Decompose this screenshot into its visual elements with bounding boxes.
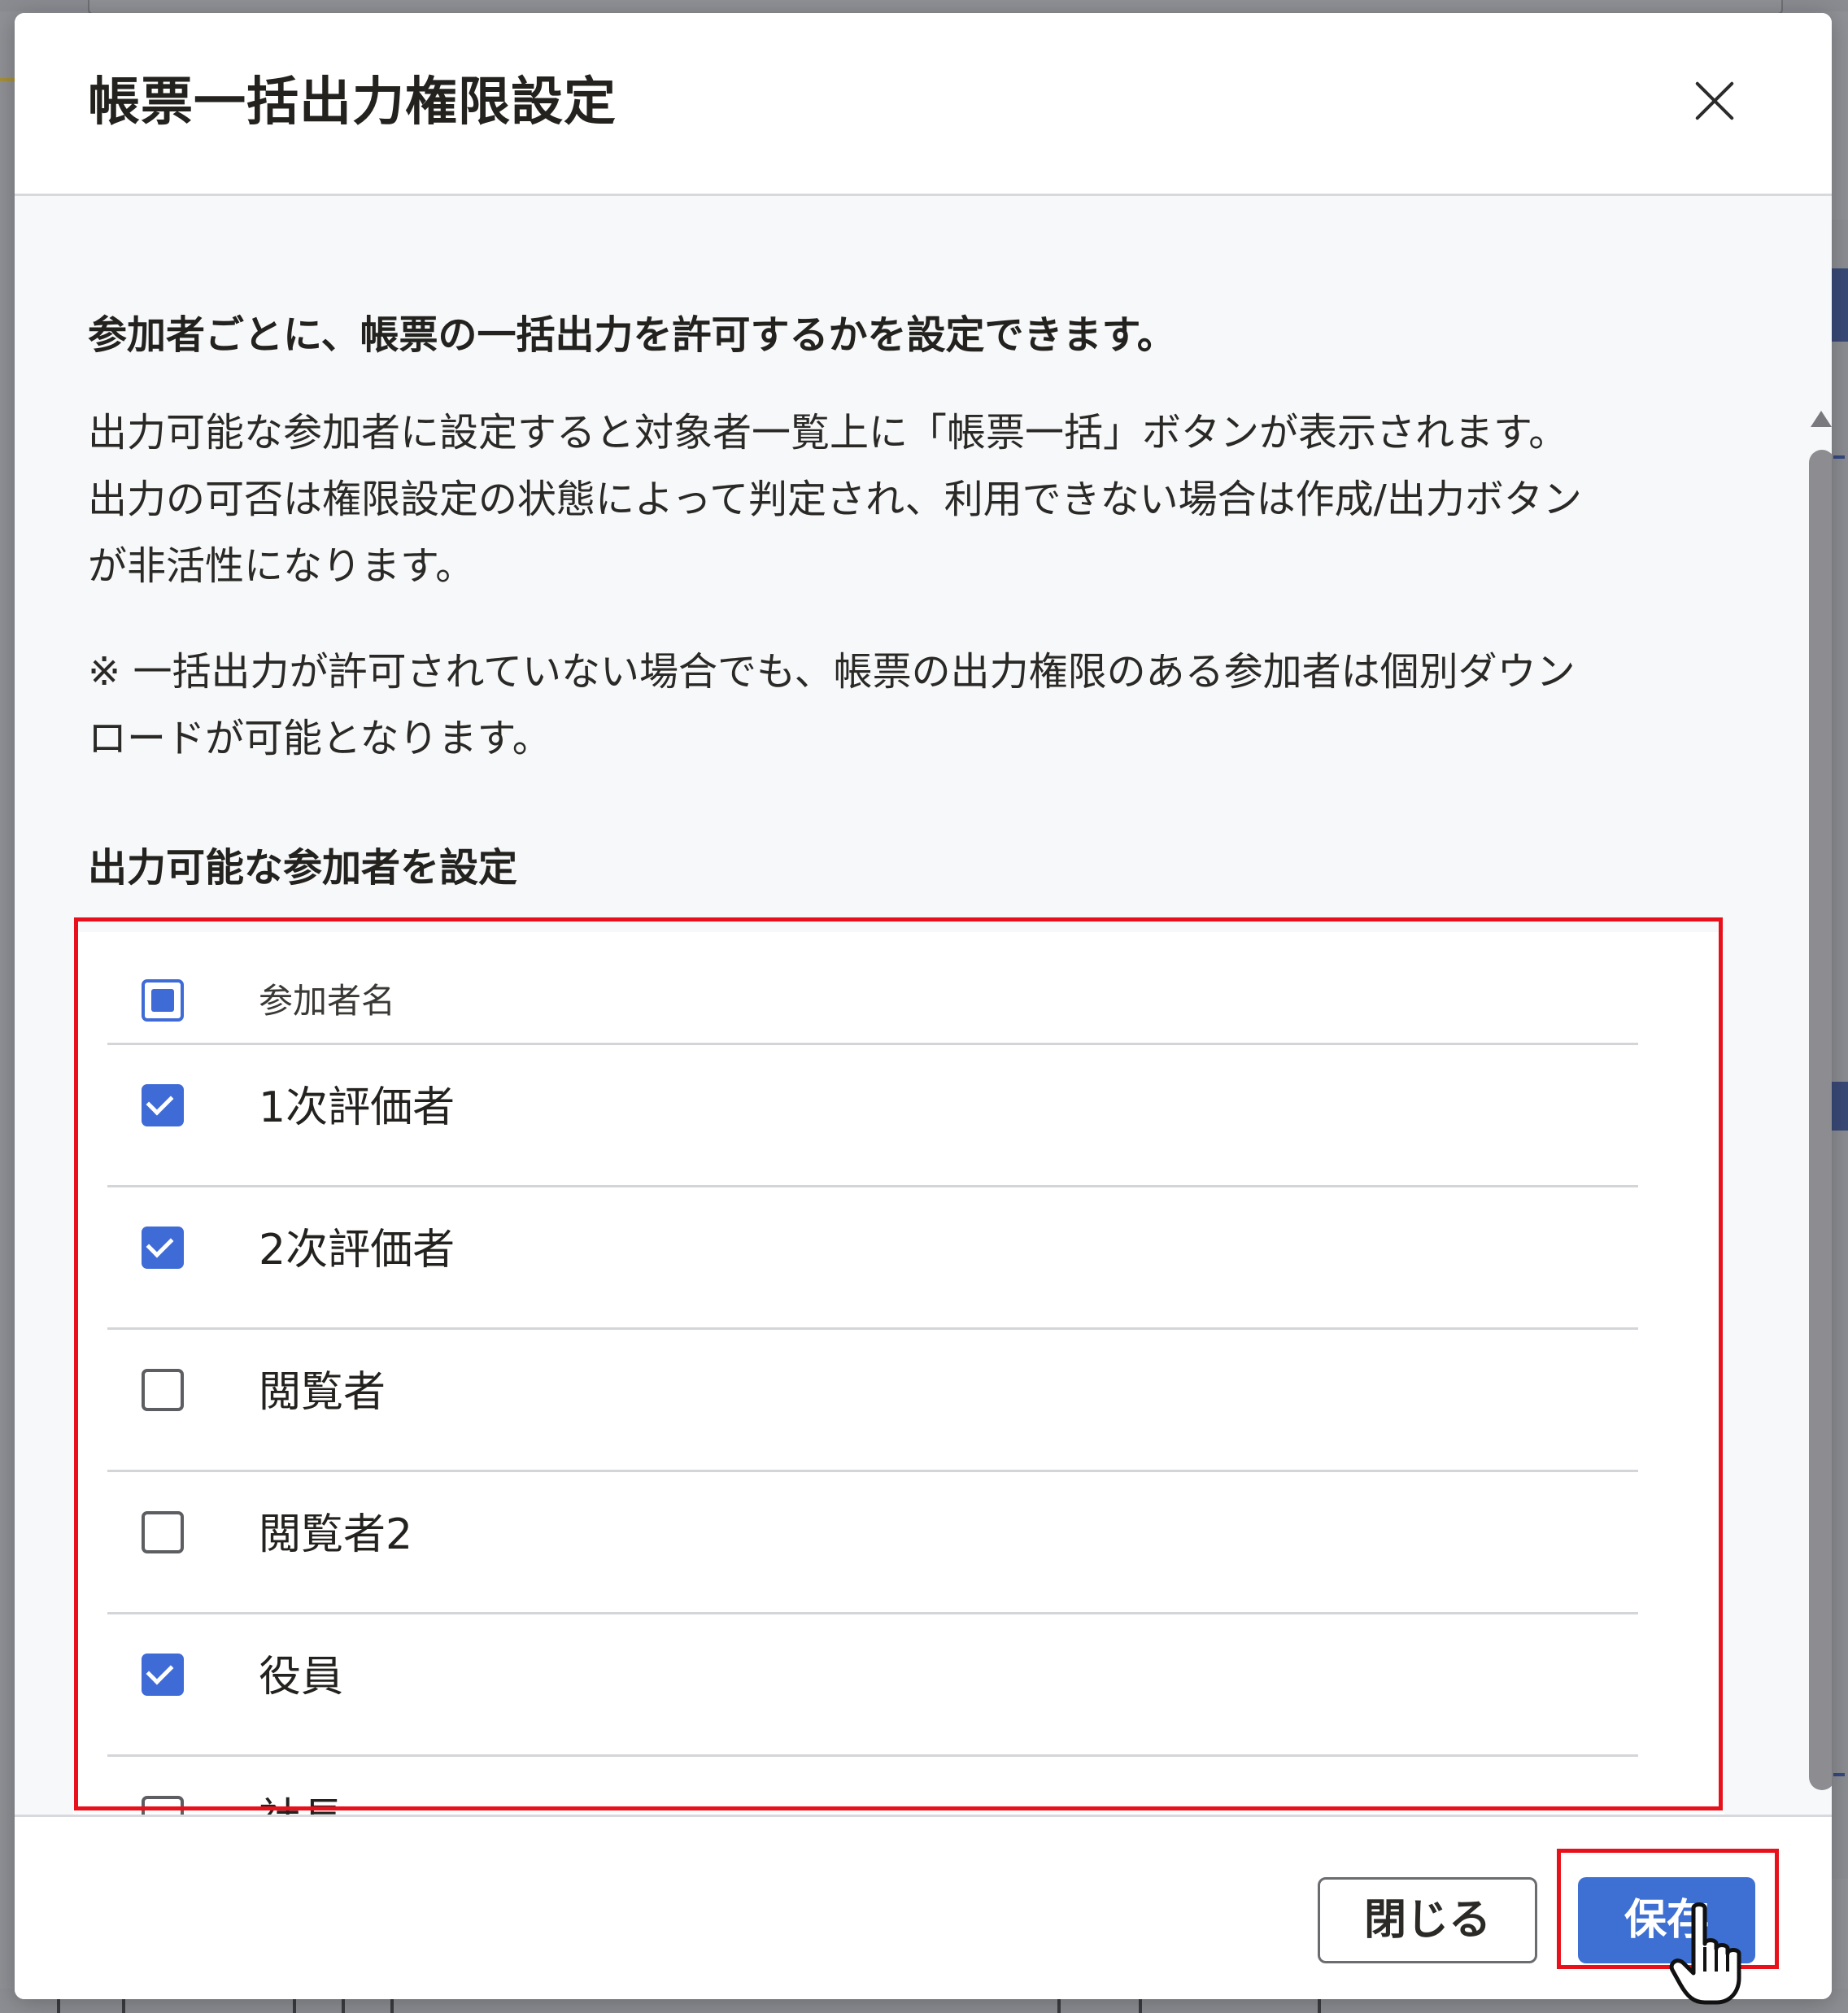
participant-checkbox[interactable] — [142, 1654, 184, 1696]
close-icon[interactable] — [1684, 70, 1746, 132]
participant-checkbox[interactable] — [142, 1511, 184, 1553]
participant-list: 参加者名 1次評価者 2次評価者 閲覧者 閲覧者2 役員 — [73, 932, 1724, 1815]
dialog-title: 帳票一括出力権限設定 — [88, 72, 617, 133]
participant-checkbox[interactable] — [142, 1084, 184, 1126]
background-panel-mark — [1833, 1773, 1845, 1776]
dialog-header: 帳票一括出力権限設定 — [15, 13, 1832, 196]
dialog-footer: 閉じる 保存 — [15, 1815, 1832, 1999]
participant-label: 役員 — [259, 1653, 344, 1701]
scrollbar-thumb[interactable] — [1809, 450, 1832, 1790]
dialog-body[interactable]: 参加者ごとに、帳票の一括出力を許可するかを設定できます。 出力可能な参加者に設定… — [15, 196, 1832, 1815]
background-panel-tab — [1830, 1082, 1848, 1131]
column-header-participant-name: 参加者名 — [259, 981, 396, 1021]
participant-label: 1次評価者 — [259, 1083, 455, 1132]
participant-row[interactable]: 社長 — [107, 1757, 1638, 1815]
background-accent-line — [0, 78, 15, 81]
background-right-panel — [1830, 220, 1848, 1879]
participant-label: 社長 — [259, 1793, 343, 1815]
scroll-up-arrow-icon[interactable] — [1811, 411, 1832, 427]
participant-row[interactable]: 2次評価者 — [107, 1187, 1638, 1330]
participant-label: 2次評価者 — [259, 1226, 455, 1274]
participant-label: 閲覧者2 — [259, 1510, 413, 1559]
participant-row[interactable]: 閲覧者 — [107, 1330, 1638, 1472]
select-all-checkbox[interactable] — [142, 979, 184, 1022]
participant-checkbox[interactable] — [142, 1796, 184, 1815]
hand-pointer-icon — [1669, 1902, 1741, 2005]
dialog-lead-text: 参加者ごとに、帳票の一括出力を許可するかを設定できます。 — [88, 312, 1176, 358]
participant-row[interactable]: 1次評価者 — [107, 1045, 1638, 1187]
participant-row[interactable]: 閲覧者2 — [107, 1472, 1638, 1614]
dialog-description: 出力可能な参加者に設定すると対象者一覧上に「帳票一括」ボタンが表示されます。 出… — [88, 410, 1582, 589]
section-title: 出力可能な参加者を設定 — [88, 845, 518, 891]
participant-list-header: 参加者名 — [107, 932, 1638, 1045]
dialog-note: ※ 一括出力が許可されていない場合でも、帳票の出力権限のある参加者は個別ダウン … — [88, 649, 1576, 761]
close-button[interactable]: 閉じる — [1318, 1877, 1537, 1963]
participant-row[interactable]: 役員 — [107, 1614, 1638, 1757]
participant-checkbox[interactable] — [142, 1369, 184, 1411]
participant-label: 閲覧者 — [259, 1368, 386, 1417]
participant-checkbox[interactable] — [142, 1227, 184, 1269]
output-permission-dialog: 帳票一括出力権限設定 参加者ごとに、帳票の一括出力を許可するかを設定できます。 … — [15, 13, 1832, 1999]
background-panel-mark — [1833, 455, 1845, 459]
background-panel-tab — [1830, 268, 1848, 342]
